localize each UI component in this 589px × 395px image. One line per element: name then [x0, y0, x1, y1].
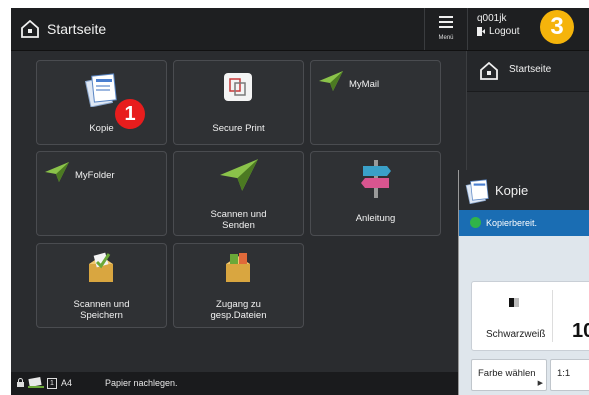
- select-color-button[interactable]: Farbe wählen ▶: [471, 359, 547, 391]
- storage-box-icon: [226, 253, 250, 282]
- kopie-title: Kopie: [495, 183, 529, 198]
- storage-box-icon: [89, 252, 113, 282]
- menu-label: Menü: [438, 35, 454, 41]
- color-mode-card[interactable]: Schwarzweiß 10: [471, 281, 589, 351]
- card-divider: [552, 290, 553, 342]
- status-bar: 1 A4 Papier nachlegen.: [11, 372, 461, 395]
- annotation-badge-1: 1: [115, 99, 145, 129]
- hamburger-icon: [439, 16, 453, 31]
- logout-icon: [477, 27, 485, 36]
- tile-shared-files[interactable]: Zugang zu gesp.Dateien: [173, 243, 304, 328]
- tile-label: Secure Print: [212, 123, 265, 134]
- home-icon: [480, 62, 498, 80]
- tile-myfolder[interactable]: MyFolder: [36, 151, 167, 236]
- send-arrow-icon: [45, 162, 69, 182]
- paper-tray-icon: [28, 377, 44, 388]
- tile-scan-and-store[interactable]: Scannen und Speichern: [36, 243, 167, 328]
- ready-icon: [470, 217, 481, 228]
- tile-label: Anleitung: [355, 213, 396, 224]
- menu-button[interactable]: Menü: [424, 8, 468, 50]
- copy-count: 10: [572, 320, 589, 342]
- tile-label-line2: Speichern: [80, 310, 123, 321]
- signpost-icon: [361, 160, 391, 198]
- top-bar: Startseite Menü q001jk Logout: [11, 8, 589, 51]
- lock-icon: [17, 378, 24, 387]
- kopie-header: Kopie: [459, 170, 589, 210]
- arrow-right-icon: ▶: [537, 380, 543, 387]
- paper-size: A4: [61, 378, 73, 388]
- user-box: q001jk Logout: [477, 12, 520, 38]
- annotation-badge-3: 3: [540, 10, 574, 44]
- tile-label-line1: Zugang zu: [216, 299, 261, 310]
- send-arrow-icon: [319, 71, 343, 91]
- copy-icon: [84, 73, 117, 107]
- tile-label: MyFolder: [75, 170, 115, 181]
- logout-label: Logout: [489, 26, 520, 37]
- logout-button[interactable]: Logout: [477, 25, 520, 38]
- home-icon[interactable]: [21, 20, 39, 38]
- tray-number: 1: [47, 378, 57, 389]
- tile-label-line1: Scannen und: [210, 209, 267, 220]
- page-title: Startseite: [47, 21, 107, 37]
- kopie-status-bar: Kopierbereit.: [459, 210, 589, 236]
- tile-label: Kopie: [89, 123, 114, 134]
- kopie-body: Schwarzweiß 10 Farbe wählen ▶ 1:1: [459, 236, 589, 395]
- username: q001jk: [477, 13, 507, 24]
- right-home-label: Startseite: [509, 64, 552, 75]
- black-white-icon: [509, 298, 519, 307]
- select-color-label: Farbe wählen: [478, 368, 536, 379]
- tile-secure-print[interactable]: Secure Print: [173, 60, 304, 145]
- tile-label: MyMail: [349, 79, 380, 90]
- tile-mymail[interactable]: MyMail: [310, 60, 441, 145]
- status-message: Papier nachlegen.: [105, 378, 178, 388]
- ratio-label: 1:1: [557, 368, 571, 379]
- tile-scan-and-send[interactable]: Scannen und Senden: [173, 151, 304, 236]
- tile-label-line2: gesp.Dateien: [210, 310, 267, 321]
- send-arrow-icon: [220, 159, 258, 191]
- tile-label-line1: Scannen und: [73, 299, 130, 310]
- copy-icon: [465, 179, 489, 204]
- kopie-panel: Kopie Kopierbereit. Schwarzweiß 10 Farbe…: [458, 170, 589, 395]
- color-mode-label: Schwarzweiß: [486, 329, 546, 340]
- tile-kopie[interactable]: Kopie: [36, 60, 167, 145]
- kopie-status-text: Kopierbereit.: [486, 218, 538, 228]
- tile-label-line2: Senden: [222, 220, 255, 231]
- right-home-row[interactable]: Startseite: [467, 51, 589, 92]
- secure-print-icon: [224, 73, 252, 101]
- tile-anleitung[interactable]: Anleitung: [310, 151, 441, 236]
- ratio-button[interactable]: 1:1: [550, 359, 589, 391]
